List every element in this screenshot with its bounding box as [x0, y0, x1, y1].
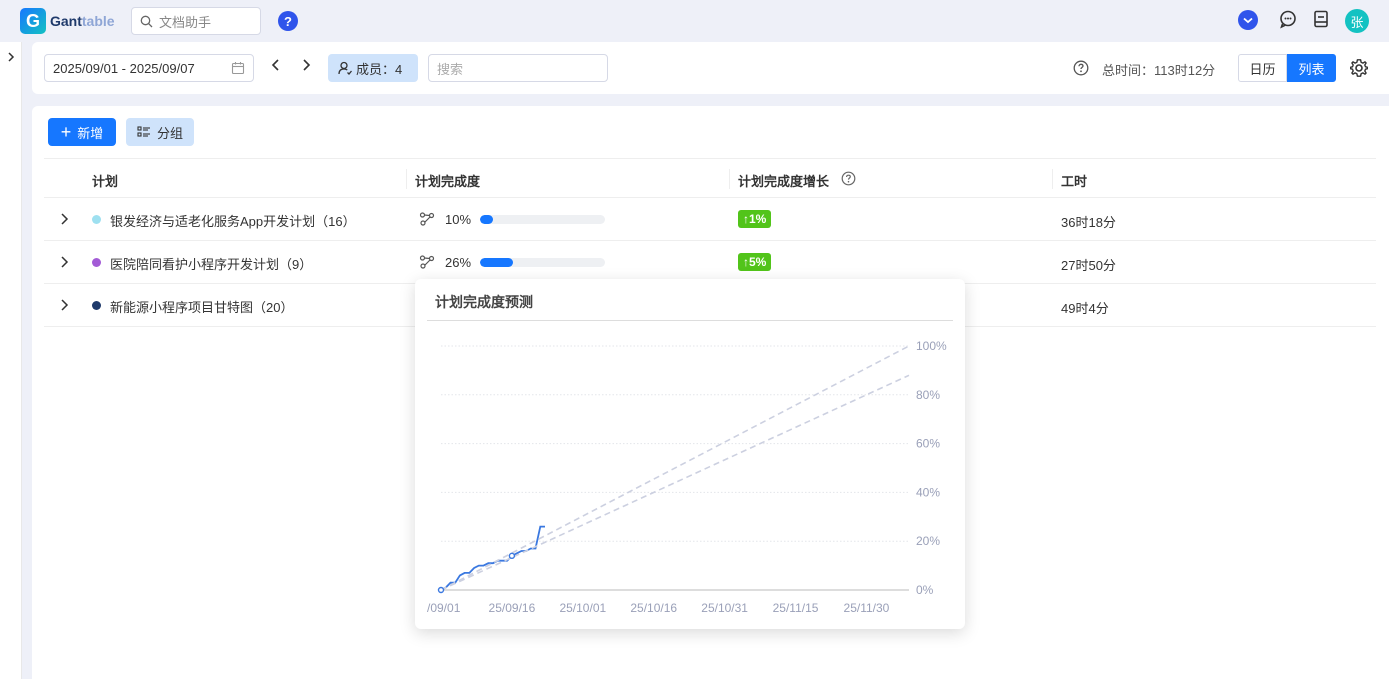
- expand-sidebar-icon[interactable]: [5, 51, 17, 63]
- y-tick-label: 100%: [916, 339, 947, 353]
- logo-text-main: Gant: [50, 13, 82, 29]
- progress-flow-icon[interactable]: [419, 254, 435, 270]
- progress-percent: 26%: [445, 255, 472, 270]
- notebook-icon[interactable]: [1312, 9, 1330, 29]
- x-tick-label: 25/10/01: [559, 601, 606, 615]
- growth-badge: ↑1%: [738, 210, 772, 228]
- gear-icon[interactable]: [1349, 58, 1369, 78]
- y-tick-label: 60%: [916, 437, 940, 451]
- x-tick-label: 25/11/30: [844, 601, 890, 615]
- logo-mark: G: [20, 8, 46, 34]
- header-hours[interactable]: 工时: [1061, 171, 1087, 190]
- work-hours: 27时50分: [1061, 258, 1116, 273]
- view-toggle: 日历 列表: [1238, 54, 1336, 82]
- group-button[interactable]: 分组: [126, 118, 194, 146]
- calendar-icon: [231, 62, 245, 75]
- expand-row-icon[interactable]: [58, 298, 70, 312]
- group-label: 分组: [156, 125, 183, 141]
- search-input[interactable]: 搜索: [428, 54, 608, 82]
- progress-bar: [480, 215, 605, 224]
- search-placeholder: 搜索: [437, 61, 464, 77]
- doc-assistant-placeholder: 文档助手: [159, 14, 212, 30]
- expand-row-icon[interactable]: [58, 212, 70, 226]
- y-tick-label: 20%: [916, 534, 940, 548]
- column-divider[interactable]: [729, 169, 730, 189]
- plus-icon: +: [60, 122, 72, 142]
- progress-bar: [480, 258, 605, 267]
- growth-badge: ↑5%: [738, 253, 772, 271]
- header-plan[interactable]: 计划: [92, 171, 118, 190]
- total-time: 总时间：113时12分: [1102, 63, 1216, 78]
- members-filter-button[interactable]: 成员：4: [328, 54, 418, 82]
- view-list-button[interactable]: 列表: [1287, 54, 1336, 82]
- add-label: 新增: [77, 125, 104, 141]
- work-hours: 36时18分: [1061, 215, 1116, 230]
- data-point-marker: [508, 552, 516, 560]
- header-growth[interactable]: 计划完成度增长: [738, 171, 829, 190]
- members-label: 成员：4: [356, 61, 403, 77]
- x-tick-label: 25/10/16: [630, 601, 677, 615]
- x-tick-label: 25/11/15: [773, 601, 819, 615]
- table-header: 计划 计划完成度 计划完成度增长 工时: [44, 158, 1376, 198]
- column-divider[interactable]: [1052, 169, 1053, 189]
- date-range-picker[interactable]: 2025/09/01 - 2025/09/07: [44, 54, 254, 82]
- plan-color-dot: [92, 301, 101, 310]
- top-bar: G Ganttable 文档助手 ? 张: [0, 0, 1389, 42]
- doc-assistant-search[interactable]: 文档助手: [131, 7, 261, 35]
- help-icon[interactable]: ?: [278, 11, 298, 31]
- filter-toolbar: 2025/09/01 - 2025/09/07 成员：4 搜索 总时间：113时…: [32, 42, 1389, 94]
- progress-forecast-popover: 计划完成度预测 0% 20% 40% 60% 80% 100%/09/01 25/09/16…: [415, 279, 965, 629]
- column-divider[interactable]: [406, 169, 407, 189]
- plan-color-dot: [92, 215, 101, 224]
- view-calendar-button[interactable]: 日历: [1238, 54, 1287, 82]
- chat-icon[interactable]: [1278, 9, 1298, 29]
- table-row[interactable]: 银发经济与适老化服务App开发计划（16） 10% ↑1% 36时18分: [44, 198, 1376, 241]
- progress-percent: 10%: [445, 212, 472, 227]
- y-tick-label: 80%: [916, 388, 940, 402]
- left-rail: [0, 42, 22, 679]
- progress-bar-fill: [480, 258, 513, 267]
- x-tick-label: /09/01: [427, 601, 461, 615]
- add-plan-button[interactable]: + 新增: [48, 118, 116, 146]
- progress-bar-fill: [480, 215, 493, 224]
- app-logo[interactable]: G Ganttable: [20, 8, 115, 34]
- table-row[interactable]: 医院陪同看护小程序开发计划（9） 26% ↑5% 27时50分: [44, 241, 1376, 284]
- search-icon: [140, 15, 153, 27]
- y-tick-label: 0%: [916, 583, 934, 597]
- logo-text: Ganttable: [50, 13, 115, 29]
- plan-name[interactable]: 银发经济与适老化服务App开发计划（16）: [110, 211, 356, 230]
- plan-name[interactable]: 医院陪同看护小程序开发计划（9）: [110, 254, 312, 273]
- group-list-icon: [137, 126, 150, 137]
- date-range-value: 2025/09/01 - 2025/09/07: [53, 60, 195, 76]
- x-tick-label: 25/09/16: [489, 601, 536, 615]
- data-point-marker: [437, 586, 445, 594]
- actual-progress-line: [440, 525, 545, 591]
- expand-row-icon[interactable]: [58, 255, 70, 269]
- x-tick-label: 25/10/31: [701, 601, 748, 615]
- y-tick-label: 40%: [916, 485, 940, 499]
- work-hours: 49时4分: [1061, 301, 1109, 316]
- progress-flow-icon[interactable]: [419, 211, 435, 227]
- growth-help-icon[interactable]: [841, 171, 856, 186]
- plan-name[interactable]: 新能源小程序项目甘特图（20）: [110, 297, 293, 316]
- dropdown-icon[interactable]: [1237, 9, 1259, 31]
- chevron-right-icon[interactable]: [300, 58, 312, 72]
- forecast-chart: 0% 20% 40% 60% 80% 100% /09/01 25/09/16 25/10/01…: [427, 339, 947, 615]
- header-progress[interactable]: 计划完成度: [415, 171, 480, 190]
- logo-text-light: table: [81, 13, 115, 29]
- question-circle-icon[interactable]: [1073, 60, 1089, 76]
- user-avatar[interactable]: 张: [1345, 9, 1369, 33]
- chevron-left-icon[interactable]: [270, 58, 282, 72]
- user-icon: [338, 61, 352, 75]
- plan-color-dot: [92, 258, 101, 267]
